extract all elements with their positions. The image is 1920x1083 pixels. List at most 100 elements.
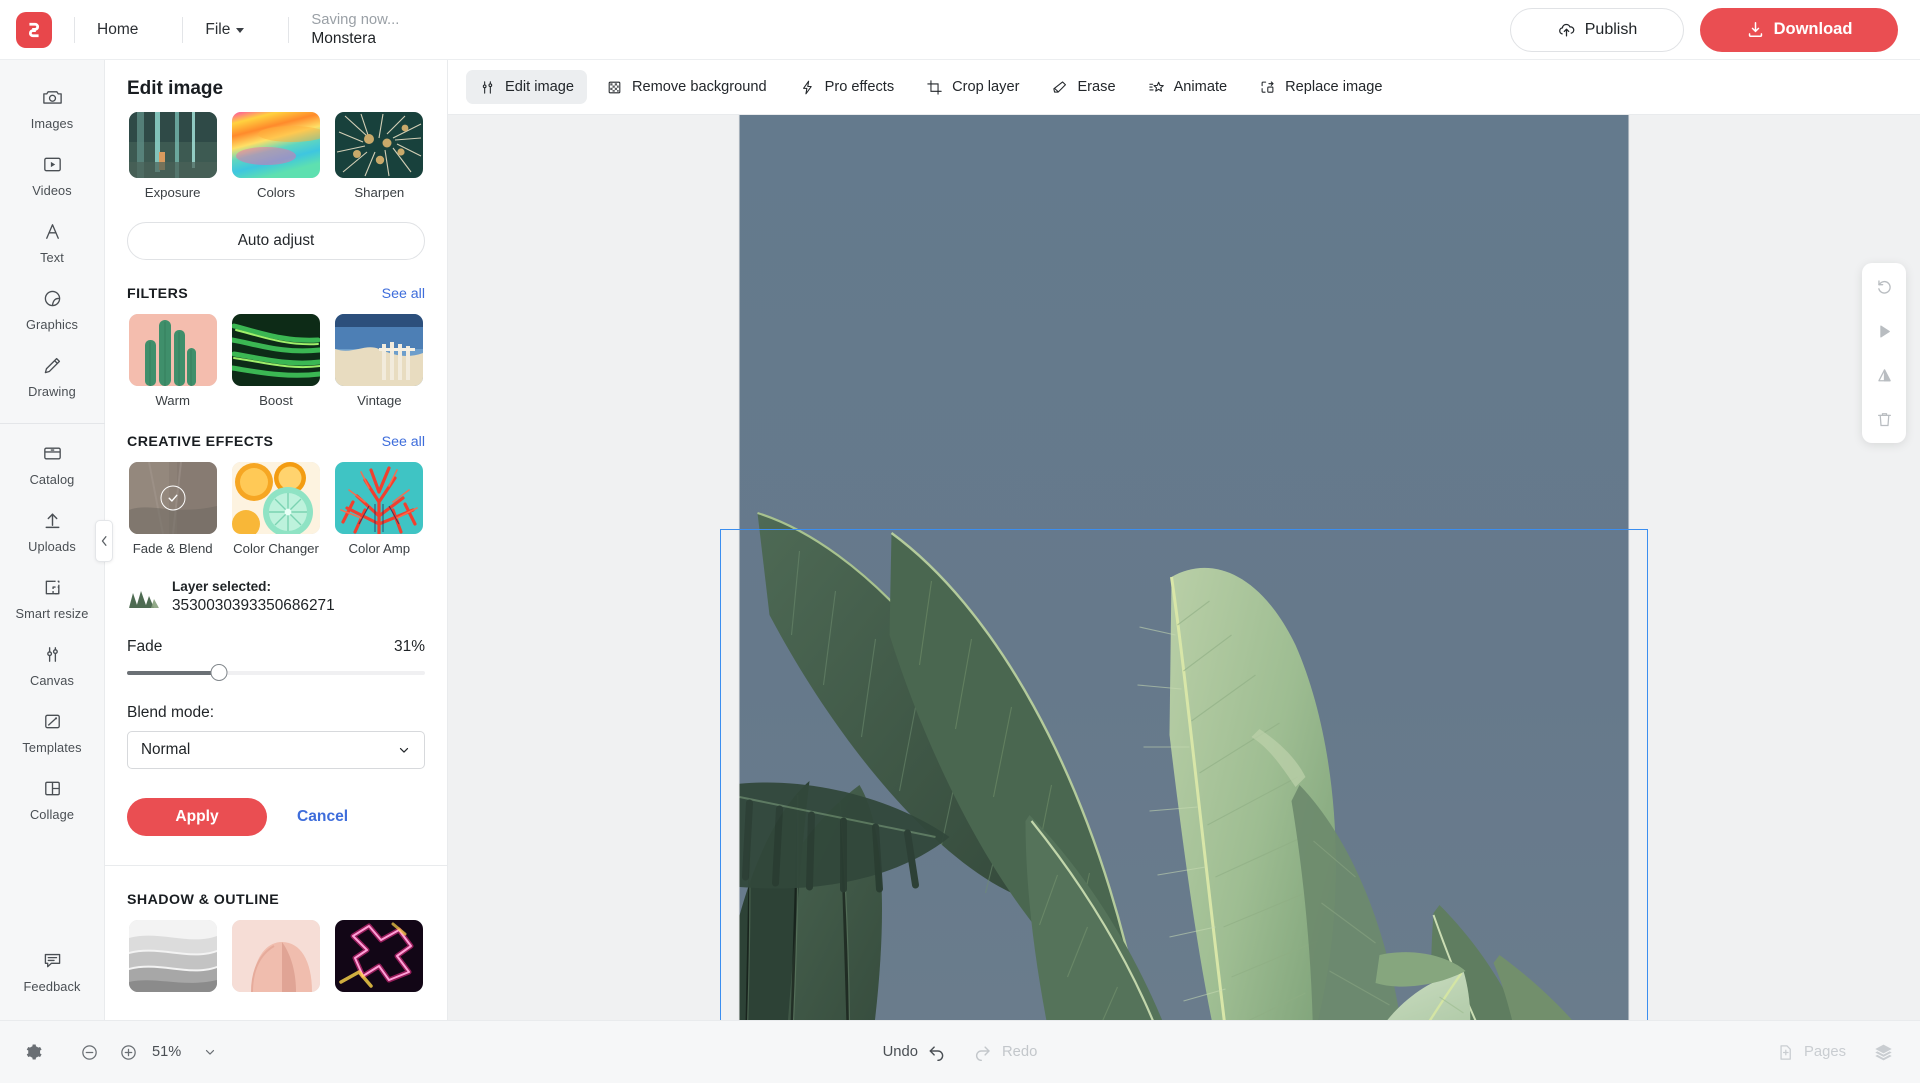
document-title[interactable]: Monstera — [311, 29, 399, 48]
trash-icon[interactable] — [1869, 404, 1899, 434]
tab-label: Erase — [1077, 79, 1115, 95]
sidebar-item-templates[interactable]: Templates — [0, 698, 105, 765]
download-button[interactable]: Download — [1700, 8, 1898, 52]
effect-item-color-amp[interactable]: Color Amp — [334, 462, 425, 556]
adjust-item-colors[interactable]: Colors — [230, 112, 321, 200]
sidebar-item-smart-resize[interactable]: Smart resize — [0, 564, 105, 631]
sidebar-item-images[interactable]: Images — [0, 74, 105, 141]
zoom-in-icon[interactable] — [113, 1037, 143, 1067]
shadow-outline-thumb-grid — [127, 920, 425, 992]
fade-slider-knob[interactable] — [211, 664, 228, 681]
adjust-item-label: Sharpen — [354, 185, 404, 200]
filters-see-all-link[interactable]: See all — [382, 286, 425, 302]
rotate-icon[interactable] — [1869, 272, 1899, 302]
adjust-item-exposure[interactable]: Exposure — [127, 112, 218, 200]
layers-icon[interactable] — [1868, 1037, 1898, 1067]
undo-redo-group: Undo Redo — [883, 1042, 1038, 1062]
effect-item-label: Fade & Blend — [133, 541, 213, 556]
plant-image-layer[interactable] — [740, 485, 1629, 1020]
fade-control-row: Fade 31% — [127, 638, 425, 656]
picsart-logo[interactable] — [16, 12, 52, 48]
sidebar-item-label: Templates — [22, 740, 81, 755]
gear-icon[interactable] — [18, 1037, 48, 1067]
tab-label: Animate — [1174, 79, 1228, 95]
check-icon — [160, 486, 185, 511]
collapse-panel-button[interactable] — [95, 520, 113, 562]
sidebar-item-uploads[interactable]: Uploads — [0, 497, 105, 564]
sharpen-thumbnail — [335, 112, 423, 178]
canvas-stage[interactable] — [448, 114, 1920, 1020]
edit-image-panel: Edit image — [105, 60, 448, 1020]
tab-erase[interactable]: Erase — [1038, 70, 1128, 104]
fade-value: 31% — [394, 638, 425, 656]
lightning-icon — [799, 79, 816, 96]
sidebar-item-label: Collage — [30, 807, 74, 822]
sidebar-item-drawing[interactable]: Drawing — [0, 342, 105, 409]
layer-selected-row: Layer selected: 3530030393350686271 — [127, 578, 425, 616]
sidebar-item-collage[interactable]: Collage — [0, 765, 105, 832]
creative-effects-see-all-link[interactable]: See all — [382, 434, 425, 450]
filter-item-boost[interactable]: Boost — [230, 314, 321, 408]
shadow-item-1[interactable] — [127, 920, 218, 992]
shadow-item-3[interactable] — [334, 920, 425, 992]
tab-label: Pro effects — [825, 79, 895, 95]
tropical-leaves-illustration — [740, 485, 1629, 1020]
home-label: Home — [97, 21, 138, 39]
sidebar-item-label: Videos — [32, 183, 72, 198]
blend-mode-select[interactable]: Normal — [127, 731, 425, 769]
undo-button[interactable]: Undo — [883, 1042, 947, 1062]
sidebar-item-graphics[interactable]: Graphics — [0, 275, 105, 342]
effect-item-label: Color Amp — [349, 541, 411, 556]
auto-adjust-button[interactable]: Auto adjust — [127, 222, 425, 260]
publish-button[interactable]: Publish — [1510, 8, 1684, 52]
cancel-button[interactable]: Cancel — [297, 808, 348, 826]
creative-effects-thumb-grid: Fade & Blend — [127, 462, 425, 556]
zoom-out-icon[interactable] — [74, 1037, 104, 1067]
shadow-item-2[interactable] — [230, 920, 321, 992]
tab-pro-effects[interactable]: Pro effects — [786, 70, 908, 104]
effect-item-fade-blend[interactable]: Fade & Blend — [127, 462, 218, 556]
fade-blend-thumbnail — [129, 462, 217, 534]
tab-animate[interactable]: Animate — [1135, 70, 1241, 104]
pencil-icon — [41, 354, 64, 377]
flip-vertical-icon[interactable] — [1869, 360, 1899, 390]
tab-remove-background[interactable]: Remove background — [593, 70, 780, 104]
tab-crop-layer[interactable]: Crop layer — [913, 70, 1032, 104]
video-icon — [41, 153, 64, 176]
chevron-down-icon[interactable] — [195, 1037, 225, 1067]
shadow-thumbnail-1 — [129, 920, 217, 992]
bottom-bar-right: Pages — [1776, 1037, 1898, 1067]
image-toolbar: Edit image — [448, 60, 1920, 114]
sidebar-item-canvas[interactable]: Canvas — [0, 631, 105, 698]
effect-item-color-changer[interactable]: Color Changer — [230, 462, 321, 556]
tab-replace-image[interactable]: Replace image — [1246, 70, 1395, 104]
color-amp-thumbnail — [335, 462, 423, 534]
exposure-thumbnail — [129, 112, 217, 178]
canvas-page[interactable] — [740, 115, 1629, 1020]
add-pages-button[interactable]: Pages — [1776, 1043, 1846, 1062]
filter-item-label: Vintage — [357, 393, 402, 408]
redo-button[interactable]: Redo — [973, 1042, 1037, 1062]
sidebar-item-catalog[interactable]: Catalog — [0, 430, 105, 497]
tab-edit-image[interactable]: Edit image — [466, 70, 587, 104]
feedback-icon — [41, 949, 64, 972]
chevron-down-icon — [236, 28, 244, 33]
sidebar-item-text[interactable]: Text — [0, 208, 105, 275]
tab-label: Remove background — [632, 79, 767, 95]
sidebar-item-feedback[interactable]: Feedback — [0, 937, 105, 1004]
flip-horizontal-icon[interactable] — [1869, 316, 1899, 346]
filter-item-warm[interactable]: Warm — [127, 314, 218, 408]
fade-slider[interactable] — [127, 664, 425, 682]
filters-section-header: FILTERS See all — [127, 286, 425, 302]
apply-button[interactable]: Apply — [127, 798, 267, 836]
file-menu[interactable]: File — [183, 12, 266, 48]
zoom-level-value[interactable]: 51% — [152, 1044, 186, 1060]
shadow-outline-title: SHADOW & OUTLINE — [127, 892, 279, 908]
panel-scroll-region[interactable]: Edit image — [105, 60, 447, 1020]
adjust-item-label: Colors — [257, 185, 295, 200]
adjust-item-sharpen[interactable]: Sharpen — [334, 112, 425, 200]
filter-item-vintage[interactable]: Vintage — [334, 314, 425, 408]
sidebar-item-label: Canvas — [30, 673, 74, 688]
sidebar-item-videos[interactable]: Videos — [0, 141, 105, 208]
home-link[interactable]: Home — [75, 12, 160, 48]
